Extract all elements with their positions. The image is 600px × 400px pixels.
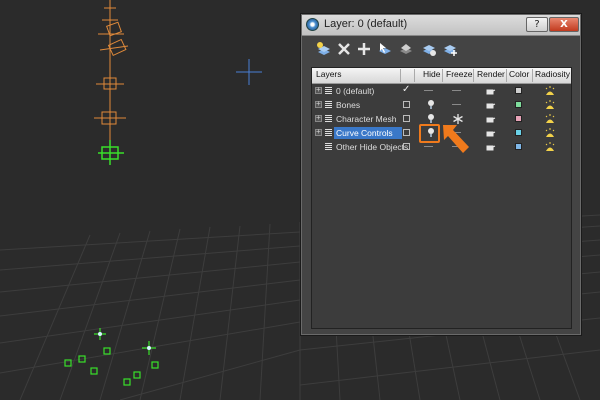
expand-icon[interactable] [315,127,322,137]
delete-layer-icon[interactable] [335,40,353,58]
layer-icon [325,87,332,95]
layer-name[interactable]: Other Hide Objects [334,141,410,153]
layer-row-bones[interactable]: Bones [312,99,571,112]
radiosity-icon[interactable] [544,99,556,111]
expand-icon[interactable] [315,113,322,123]
column-render[interactable]: Render [477,69,505,79]
freeze-toggle[interactable] [452,90,461,91]
layer-row-default[interactable]: 0 (default) ✓ [312,84,571,98]
render-teapot-icon[interactable] [484,127,496,139]
hide-toggle[interactable] [424,146,433,147]
layer-toolbar [302,36,580,62]
active-layer-checkbox[interactable] [403,115,410,122]
column-hide[interactable]: Hide [423,69,440,79]
radiosity-icon[interactable] [544,127,556,139]
radiosity-icon[interactable] [544,141,556,153]
app-icon [306,18,319,31]
select-in-layer-icon[interactable] [376,40,394,58]
layer-icon [325,115,332,123]
dialog-titlebar[interactable]: Layer: 0 (default) ? X [302,15,580,36]
hide-toggle[interactable] [424,90,433,91]
expand-icon[interactable] [315,85,322,95]
active-layer-checkbox[interactable] [403,101,410,108]
layer-color-swatch[interactable] [515,101,522,108]
active-layer-checkmark-icon[interactable]: ✓ [402,84,410,95]
layer-name[interactable]: Curve Controls [334,127,402,139]
layer-icon [325,129,332,137]
green-control-shape [98,140,124,165]
dialog-title: Layer: 0 (default) [324,18,408,30]
layer-list: Layers Hide Freeze Render Color Radiosit… [311,67,572,329]
layer-list-header: Layers Hide Freeze Render Color Radiosit… [312,68,571,84]
expand-icon[interactable] [315,99,322,109]
layer-name[interactable]: 0 (default) [334,85,376,97]
hide-all-icon[interactable] [420,40,438,58]
render-teapot-icon[interactable] [484,113,496,125]
layer-name[interactable]: Bones [334,99,362,111]
bone-chain [94,0,129,155]
layer-icon [325,101,332,109]
column-freeze[interactable]: Freeze [446,69,472,79]
hide-bulb-icon[interactable] [425,127,437,139]
close-button[interactable]: X [549,17,579,32]
freeze-all-icon[interactable] [441,40,459,58]
render-teapot-icon[interactable] [484,99,496,111]
layer-color-swatch[interactable] [515,115,522,122]
layer-color-swatch[interactable] [515,129,522,136]
render-teapot-icon[interactable] [484,85,496,97]
layer-name[interactable]: Character Mesh [334,113,398,125]
active-layer-checkbox[interactable] [403,129,410,136]
column-color[interactable]: Color [509,69,529,79]
column-radiosity[interactable]: Radiosity [535,69,570,79]
point-helper [236,59,262,85]
layer-color-swatch[interactable] [515,87,522,94]
annotation-arrow-icon [441,121,471,155]
radiosity-icon[interactable] [544,113,556,125]
create-layer-icon[interactable] [315,40,333,58]
highlight-selected-icon[interactable] [397,40,415,58]
layer-dialog: Layer: 0 (default) ? X Layers Hide Freez… [300,13,582,336]
help-button[interactable]: ? [526,17,548,32]
radiosity-icon[interactable] [544,85,556,97]
column-layers[interactable]: Layers [316,69,342,79]
freeze-toggle[interactable] [452,104,461,105]
layer-icon [325,143,332,151]
active-layer-checkbox[interactable] [403,143,410,150]
render-teapot-icon[interactable] [484,141,496,153]
foot-controls [64,328,159,386]
hide-bulb-icon[interactable] [425,99,437,111]
layer-color-swatch[interactable] [515,143,522,150]
add-to-layer-icon[interactable] [355,40,373,58]
